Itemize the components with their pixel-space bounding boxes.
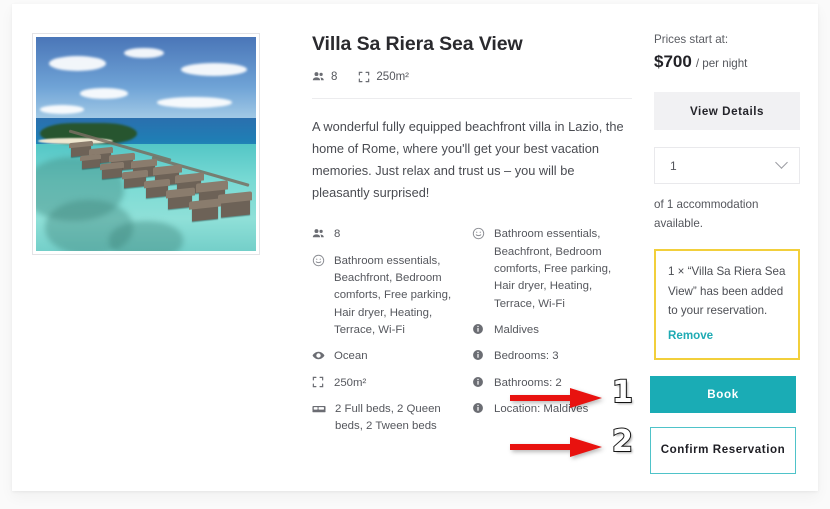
eye-icon [312,349,325,362]
meta-area: 250m² [358,71,409,83]
listing-description: A wonderful fully equipped beachfront vi… [312,119,624,201]
reservation-notice-text: 1 × “Villa Sa Riera Sea View” has been a… [668,264,786,318]
amenity-text: Bathroom essentials, Beachfront, Bedroom… [334,254,452,337]
book-button[interactable]: Book [650,376,796,413]
guests-icon [312,227,325,240]
area-icon [312,376,325,388]
price-period: / per night [695,57,748,70]
amenities-right-column: Bathroom essentials, Beachfront, Bedroom… [472,226,632,444]
quantity-select[interactable]: 1 [654,147,800,184]
amenity-item: Maldives [472,322,632,339]
amenity-item: Bathrooms: 2 [472,375,632,392]
amenities-left-column: 8 Bathroom essentials, Beachfront, Bedro… [312,226,472,444]
amenity-text: 250m² [334,376,367,389]
amenity-text: Location: Maldives [494,403,589,416]
photo-cloud [157,96,232,108]
amenity-item: 250m² [312,375,460,392]
amenity-item: Location: Maldives [472,401,632,418]
photo-villa [102,166,122,179]
amenity-text: Bathroom essentials, Beachfront, Bedroom… [494,228,612,310]
bed-icon [312,402,326,416]
meta-area-value: 250m² [376,70,410,83]
amenity-item: Ocean [312,348,460,365]
chevron-down-icon [775,156,788,169]
confirm-reservation-button[interactable]: Confirm Reservation [650,427,796,474]
listing-photo-column [32,33,280,255]
listing-card: Villa Sa Riera Sea View 8 250m² A wonder… [12,4,818,491]
amenity-item: Bathroom essentials, Beachfront, Bedroom… [472,226,632,313]
reservation-notice: 1 × “Villa Sa Riera Sea View” has been a… [654,248,800,361]
area-icon [358,71,370,83]
amenity-text: Maldives [494,324,539,337]
photo-villa [82,158,100,170]
meta-guests-value: 8 [331,70,338,83]
quantity-select-value: 1 [670,158,677,173]
photo-villa [192,204,219,222]
booking-sidebar: Prices start at: $700 / per night View D… [650,33,800,361]
amenities-grid: 8 Bathroom essentials, Beachfront, Bedro… [312,226,632,444]
guests-icon [312,70,325,83]
amenity-text: 8 [334,228,341,241]
smiley-icon [472,227,485,240]
screenshot-root: Villa Sa Riera Sea View 8 250m² A wonder… [0,0,830,509]
photo-reef [108,221,184,251]
booking-actions: Book Confirm Reservation [650,376,796,474]
amenity-item: Bathroom essentials, Beachfront, Bedroom… [312,253,460,340]
listing-photo-frame[interactable] [32,33,260,255]
amenity-text: 2 Full beds, 2 Queen beds, 2 Tween beds [335,403,441,433]
amenity-item: 8 [312,226,460,243]
info-icon [472,376,485,388]
amenity-text: Bathrooms: 2 [494,376,562,389]
price-label: Prices start at: [654,33,729,46]
info-icon [472,349,485,361]
listing-title: Villa Sa Riera Sea View [312,33,523,55]
info-icon [472,402,485,414]
photo-villa [146,183,168,198]
availability-text: of 1 accommodation available. [654,198,759,230]
remove-reservation-link[interactable]: Remove [668,326,713,346]
photo-villa [220,198,250,217]
price-amount: $700 [654,52,692,71]
smiley-icon [312,254,325,267]
amenity-text: Bedrooms: 3 [494,350,559,363]
price-row: $700 / per night [654,52,798,72]
amenity-item: Bedrooms: 3 [472,348,632,365]
view-details-button[interactable]: View Details [654,92,800,130]
listing-meta-row: 8 250m² [312,70,632,83]
info-icon [472,323,485,335]
listing-details-column: Villa Sa Riera Sea View 8 250m² A wonder… [280,33,650,445]
amenity-text: Ocean [334,350,368,363]
section-divider [312,98,632,100]
listing-photo[interactable] [36,37,256,251]
amenity-item: 2 Full beds, 2 Queen beds, 2 Tween beds [312,401,460,436]
photo-cloud [124,47,164,59]
photo-cloud [181,62,248,76]
meta-guests: 8 [312,70,337,83]
